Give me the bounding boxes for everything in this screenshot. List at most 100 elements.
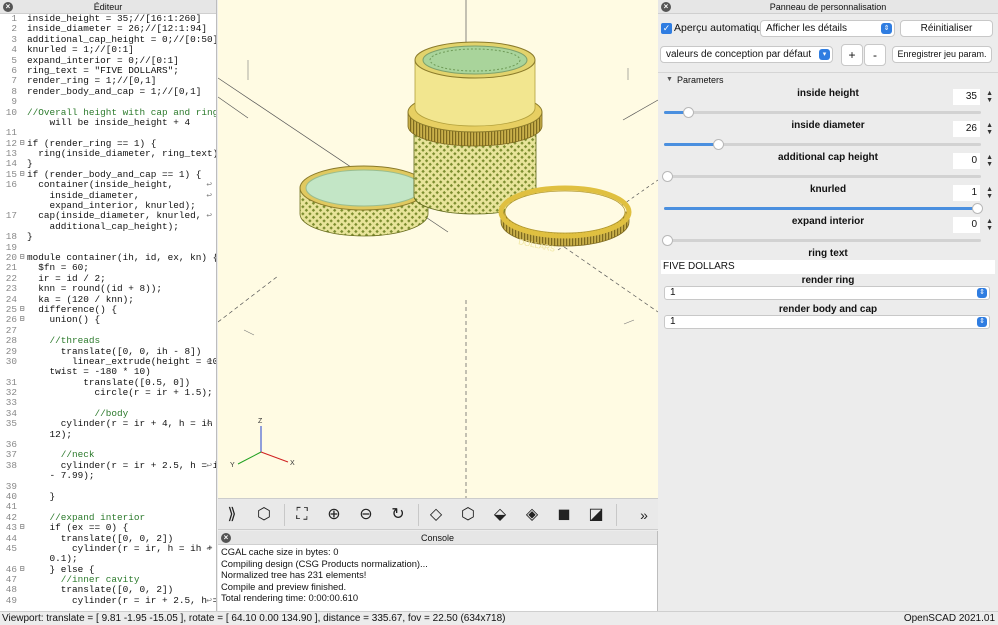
slider-handle[interactable] [662, 235, 673, 246]
spinbox-value[interactable]: 26 [953, 121, 980, 137]
stepper-arrows-icon[interactable]: ▲ ▼ [986, 186, 993, 200]
code-line[interactable]: 4 knurled = 1;//[0:1] [0, 44, 216, 55]
fold-marker-icon[interactable] [17, 222, 27, 232]
stepper-arrows-icon[interactable]: ▲ ▼ [986, 154, 993, 168]
fold-marker-icon[interactable] [17, 347, 27, 357]
code-line[interactable]: 7 render_ring = 1;//[0,1] [0, 75, 216, 86]
fold-marker-icon[interactable] [17, 108, 27, 118]
code-line[interactable]: 1 inside_height = 35;//[16:1:260] [0, 13, 216, 24]
code-line[interactable]: 12 ⊟ if (render_ring == 1) { [0, 138, 216, 149]
code-line[interactable]: 26 ⊟ union() { [0, 314, 216, 325]
fold-marker-icon[interactable] [17, 336, 27, 346]
code-line[interactable]: - 7.99); [0, 471, 216, 481]
fold-marker-icon[interactable] [17, 367, 27, 377]
code-line[interactable]: inside_diameter, ↩ [0, 190, 216, 201]
code-line[interactable]: 6 ring_text = "FIVE DOLLARS"; [0, 65, 216, 76]
auto-preview-checkbox[interactable]: ✓ [661, 23, 672, 34]
fold-marker-icon[interactable] [17, 274, 27, 284]
fold-marker-icon[interactable]: ⊟ [17, 523, 27, 533]
render-ring-select[interactable]: 1 ⇕ [664, 286, 990, 300]
code-line[interactable]: 37 //neck [0, 450, 216, 461]
code-line[interactable]: 34 //body [0, 408, 216, 419]
code-line[interactable]: expand_interior, knurled); [0, 201, 216, 211]
view-top-icon[interactable]: ⬡ [456, 503, 480, 527]
fold-marker-icon[interactable] [17, 357, 27, 367]
slider-handle[interactable] [972, 203, 983, 214]
slider-handle[interactable] [713, 139, 724, 150]
reset-button[interactable]: Réinitialiser [900, 20, 993, 37]
fold-marker-icon[interactable] [17, 159, 27, 169]
fold-marker-icon[interactable] [17, 409, 27, 419]
code-line[interactable]: 16 container(inside_height, ↩ [0, 179, 216, 190]
fold-marker-icon[interactable] [17, 243, 27, 253]
code-line[interactable]: 14} [0, 159, 216, 170]
fold-marker-icon[interactable] [17, 482, 27, 492]
fold-marker-icon[interactable] [17, 76, 27, 86]
preset-select[interactable]: valeurs de conception par défaut ▾ [660, 46, 833, 63]
view-front-icon[interactable]: ◪ [584, 503, 608, 527]
fold-marker-icon[interactable] [17, 128, 27, 138]
reset-view-icon[interactable]: ↻ [386, 503, 410, 527]
code-line[interactable]: 21 $fn = 60; [0, 262, 216, 273]
slider-handle[interactable] [683, 107, 694, 118]
fold-marker-icon[interactable] [17, 461, 27, 471]
code-line[interactable]: 9 [0, 96, 216, 107]
parameters-section-header[interactable]: ▼ Parameters [658, 72, 998, 86]
fold-marker-icon[interactable] [17, 149, 27, 159]
code-line[interactable]: additional_cap_height); [0, 222, 216, 232]
zoom-out-icon[interactable]: ⊖ [354, 503, 378, 527]
fold-marker-icon[interactable] [17, 513, 27, 523]
spinbox-value[interactable]: 0 [953, 217, 980, 233]
code-line[interactable]: 13 ring(inside_diameter, ring_text); [0, 148, 216, 159]
spinbox-value[interactable]: 1 [953, 185, 980, 201]
ring-text-input[interactable]: FIVE DOLLARS [661, 260, 995, 274]
fold-marker-icon[interactable] [17, 118, 27, 128]
inside-diameter-spinbox[interactable]: 26 ▲ ▼ [953, 121, 993, 137]
code-line[interactable]: 18} [0, 231, 216, 242]
code-line[interactable]: twist = -180 * 10) [0, 367, 216, 377]
fold-marker-icon[interactable] [17, 575, 27, 585]
code-line[interactable]: 19 [0, 242, 216, 253]
add-preset-button[interactable]: + [841, 44, 863, 66]
code-line[interactable]: 3 additional_cap_height = 0;//[0:50] [0, 34, 216, 45]
fold-marker-icon[interactable] [17, 544, 27, 554]
code-line[interactable]: 44 translate([0, 0, 2]) [0, 533, 216, 544]
knurled-slider[interactable] [664, 203, 983, 214]
inside-height-spinbox[interactable]: 35 ▲ ▼ [953, 89, 993, 105]
render-icon[interactable]: ⬡ [252, 503, 276, 527]
fold-marker-icon[interactable] [17, 180, 27, 190]
fold-marker-icon[interactable] [17, 554, 27, 564]
code-line[interactable]: 11 [0, 127, 216, 138]
view-right-icon[interactable]: ◼ [552, 503, 576, 527]
fold-marker-icon[interactable] [17, 440, 27, 450]
view-left-icon[interactable]: ◈ [520, 503, 544, 527]
spinbox-value[interactable]: 0 [953, 153, 980, 169]
fold-marker-icon[interactable] [17, 191, 27, 201]
code-line[interactable]: 40 } [0, 491, 216, 502]
slider-handle[interactable] [662, 171, 673, 182]
code-line[interactable]: 42 //expand interior [0, 512, 216, 523]
render-body-select[interactable]: 1 ⇕ [664, 315, 990, 329]
3d-viewport[interactable]: DOLLARS Z X Y [218, 0, 658, 498]
close-icon[interactable]: × [221, 533, 231, 543]
code-line[interactable]: 27 [0, 325, 216, 336]
fold-marker-icon[interactable] [17, 201, 27, 211]
code-line[interactable]: 31 translate([0.5, 0]) [0, 377, 216, 388]
fold-marker-icon[interactable] [17, 596, 27, 606]
fold-marker-icon[interactable] [17, 471, 27, 481]
code-line[interactable]: 22 ir = id / 2; [0, 273, 216, 284]
code-line[interactable]: 45 cylinder(r = ir, h = ih + ↩ [0, 543, 216, 554]
expand-interior-spinbox[interactable]: 0 ▲ ▼ [953, 217, 993, 233]
stepper-arrows-icon[interactable]: ▲ ▼ [986, 218, 993, 232]
code-line[interactable]: 47 //inner cavity [0, 574, 216, 585]
code-line[interactable]: 49 cylinder(r = ir + 2.5, h = ↩ [0, 595, 216, 606]
code-line[interactable]: 15 ⊟ if (render_body_and_cap == 1) { [0, 169, 216, 180]
fold-marker-icon[interactable] [17, 398, 27, 408]
fold-marker-icon[interactable] [17, 232, 27, 242]
close-icon[interactable]: × [3, 2, 13, 12]
code-line[interactable]: 25 ⊟ difference() { [0, 304, 216, 315]
fold-marker-icon[interactable] [17, 378, 27, 388]
code-line[interactable]: 8 render_body_and_cap = 1;//[0,1] [0, 86, 216, 97]
code-line[interactable]: 41 [0, 501, 216, 512]
fold-marker-icon[interactable] [17, 326, 27, 336]
